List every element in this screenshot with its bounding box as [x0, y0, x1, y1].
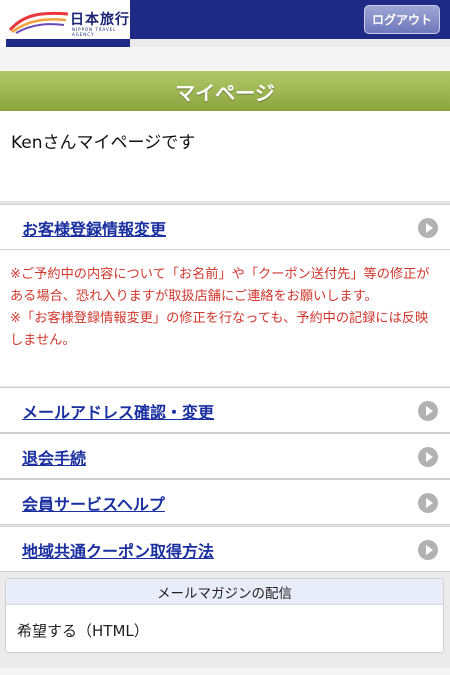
menu-item-withdraw[interactable]: 退会手続	[0, 433, 450, 479]
arrow-right-circle-icon	[418, 218, 438, 238]
logo-text: 日本旅行	[70, 12, 130, 28]
logo-subtext: NIPPON TRAVEL AGENCY	[72, 27, 117, 37]
mail-magazine-value: 希望する（HTML）	[17, 622, 149, 640]
mail-magazine-title: メールマガジンの配信	[6, 579, 443, 605]
menu-item-coupon[interactable]: 地域共通クーポン取得方法	[0, 526, 450, 572]
menu-item-label[interactable]: 退会手続	[22, 445, 86, 469]
arrow-right-circle-icon	[418, 401, 438, 421]
arrow-right-circle-icon	[418, 540, 438, 560]
arrow-right-circle-icon	[418, 493, 438, 513]
logo[interactable]: 日本旅行 NIPPON TRAVEL AGENCY	[0, 0, 130, 47]
greeting-area: Kenさんマイページです	[0, 111, 450, 201]
footer-strip	[0, 668, 450, 675]
mail-magazine-card: メールマガジンの配信 希望する（HTML）	[5, 578, 444, 653]
logout-button[interactable]: ログアウト	[364, 5, 440, 34]
menu-item-help[interactable]: 会員サービスヘルプ	[0, 479, 450, 525]
greeting-text: Kenさんマイページです	[11, 133, 196, 153]
menu-item-label[interactable]: お客様登録情報変更	[22, 216, 166, 240]
menu-item-email[interactable]: メールアドレス確認・変更	[0, 387, 450, 433]
notice-line-1: ※ご予約中の内容について「お名前」や「クーポン送付先」等の修正がある場合、恐れ入…	[10, 267, 430, 304]
menu-item-label[interactable]: 地域共通クーポン取得方法	[22, 538, 214, 562]
page-title: マイページ	[0, 71, 450, 111]
spacer	[0, 47, 450, 71]
notice-text: ※ご予約中の内容について「お名前」や「クーポン送付先」等の修正がある場合、恐れ入…	[0, 250, 450, 386]
notice-line-2: ※「お客様登録情報変更」の修正を行なっても、予約中の記録には反映しません。	[10, 311, 429, 348]
logo-swoosh-icon	[8, 11, 69, 34]
menu-item-label[interactable]: メールアドレス確認・変更	[22, 399, 214, 423]
arrow-right-circle-icon	[418, 447, 438, 467]
menu-item-profile-edit[interactable]: お客様登録情報変更	[0, 204, 450, 250]
menu-item-label[interactable]: 会員サービスヘルプ	[22, 491, 165, 515]
logo-underline	[6, 39, 130, 47]
